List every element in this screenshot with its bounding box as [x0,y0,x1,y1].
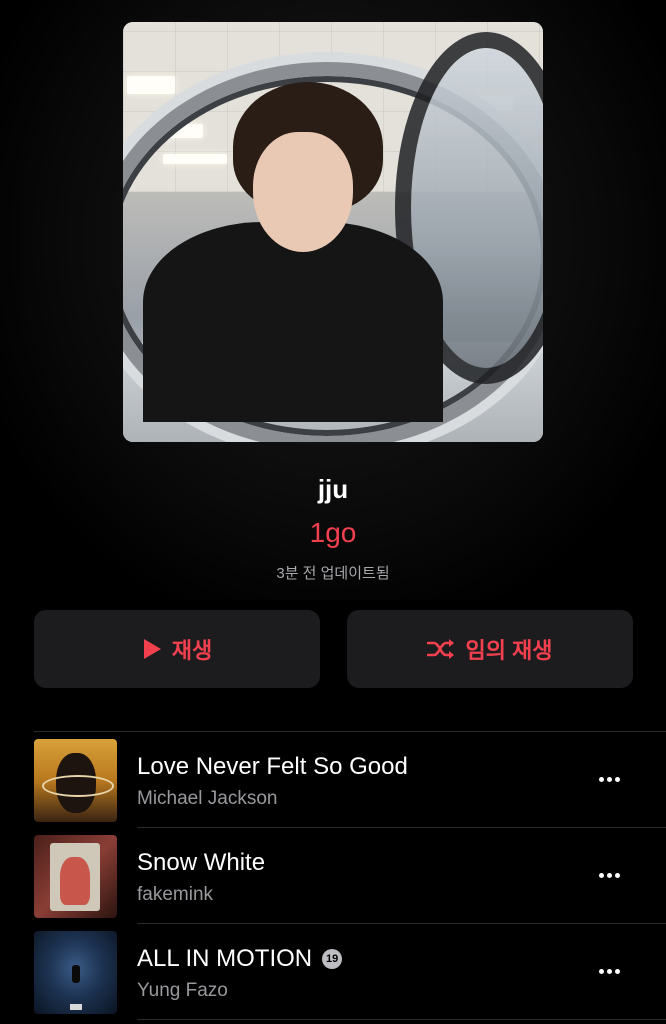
track-row[interactable]: Snow White fakemink [0,828,666,924]
row-divider [137,1019,666,1020]
track-artist: Michael Jackson [137,788,278,809]
track-title: ALL IN MOTION 19 [137,945,343,973]
cover-light [127,76,175,94]
play-button[interactable]: 재생 [34,610,320,688]
track-title: Snow White [137,849,265,877]
more-icon[interactable] [592,959,626,983]
album-art-figure [72,965,80,983]
playlist-title: jju [317,474,349,504]
album-art [34,835,117,918]
playlist-updated-time: 3분 전 업데이트됨 [276,565,390,582]
more-icon[interactable] [592,767,626,791]
track-artist: fakemink [137,884,214,905]
track-row[interactable]: ALL IN MOTION 19 Yung Fazo [0,924,666,1020]
track-title-text: Love Never Felt So Good [137,753,408,780]
track-artist: Yung Fazo [137,980,228,1001]
play-icon [142,638,162,660]
explicit-badge-icon: 19 [322,949,343,969]
album-art [34,739,117,822]
album-art-ring [42,775,114,797]
album-art-label [70,1004,82,1010]
more-icon[interactable] [592,863,626,887]
track-row[interactable]: Love Never Felt So Good Michael Jackson [0,732,666,828]
track-title: Love Never Felt So Good [137,753,408,781]
album-art [34,931,117,1014]
shuffle-button[interactable]: 임의 재생 [347,610,633,688]
shuffle-button-label: 임의 재생 [465,638,553,663]
album-art-figure [60,857,90,905]
shuffle-icon [427,638,455,660]
play-button-label: 재생 [171,638,213,663]
cover-person-body [143,222,443,422]
playlist-curator[interactable]: 1go [0,517,666,549]
track-title-text: Snow White [137,849,266,876]
track-title-text: ALL IN MOTION [137,945,313,972]
playlist-cover-art [123,22,543,442]
cover-person-face [253,132,353,252]
